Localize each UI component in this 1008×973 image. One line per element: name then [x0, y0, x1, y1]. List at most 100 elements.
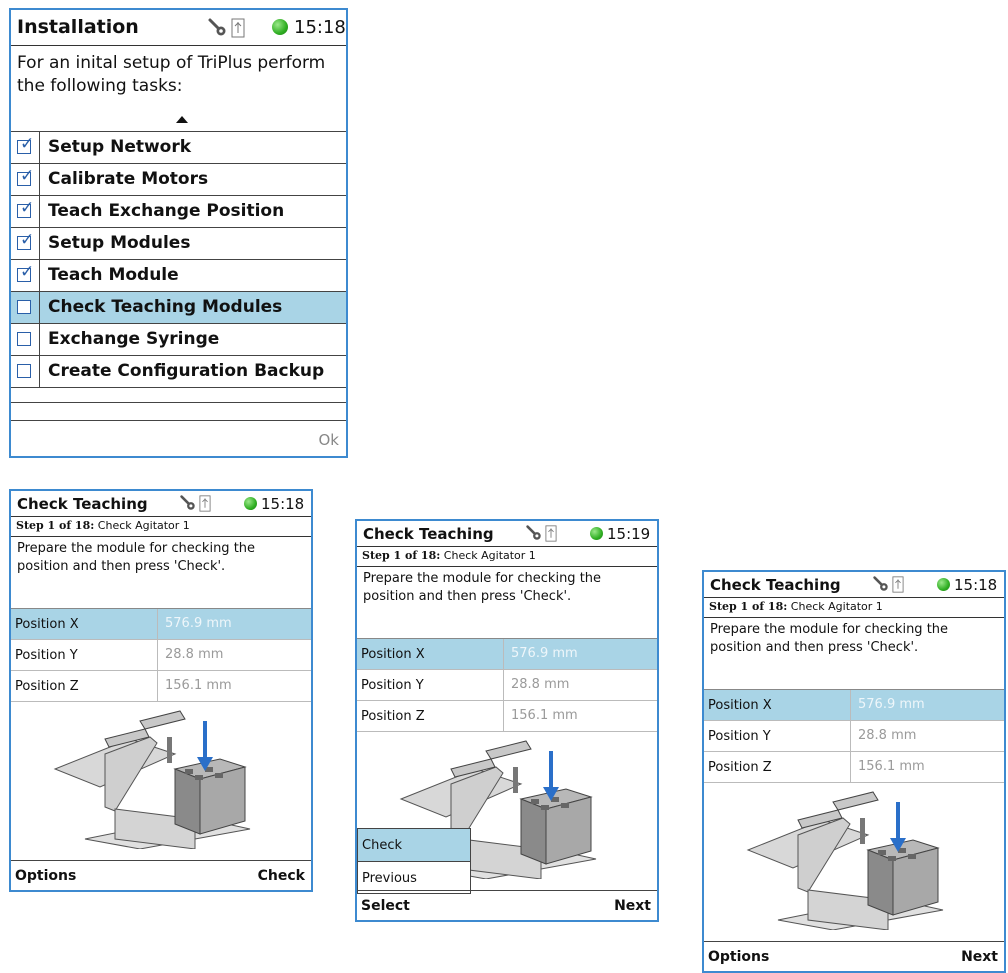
module-illustration	[738, 780, 968, 934]
screen-title: Check Teaching	[363, 525, 494, 543]
task-item[interactable]: Exchange Syringe	[11, 324, 346, 356]
position-row[interactable]: Position Y 28.8 mm	[357, 670, 657, 701]
position-value: 156.1 mm	[157, 671, 232, 701]
task-label: Check Teaching Modules	[48, 297, 283, 317]
task-item[interactable]: ✓ Setup Network	[11, 132, 346, 164]
task-checkbox[interactable]: ✓	[11, 132, 40, 163]
soft-key-bar: Options Next	[704, 941, 1004, 971]
position-value: 576.9 mm	[850, 690, 925, 720]
task-checkbox[interactable]: ✓	[11, 164, 40, 195]
usb-icon	[545, 525, 557, 546]
position-value: 156.1 mm	[503, 701, 578, 731]
step-name: Check Agitator 1	[790, 600, 883, 613]
step-indicator: Step 1 of 18: Check Agitator 1	[357, 547, 657, 567]
position-value: 28.8 mm	[850, 721, 916, 751]
options-menu: Check Previous	[357, 828, 471, 894]
checkbox-icon	[17, 332, 31, 346]
checkmark-icon: ✓	[20, 134, 35, 154]
checkmark-icon: ✓	[20, 198, 35, 218]
left-soft-key[interactable]: Select	[361, 898, 410, 914]
position-label: Position X	[708, 698, 772, 713]
right-soft-key[interactable]: Next	[961, 949, 998, 965]
position-value: 576.9 mm	[157, 609, 232, 639]
checkmark-icon: ✓	[20, 262, 35, 282]
wrench-icon	[207, 17, 227, 41]
task-label: Teach Module	[48, 265, 179, 285]
position-label: Position Z	[15, 679, 79, 694]
soft-key-bar: Select Next	[357, 890, 657, 920]
step-name: Check Agitator 1	[443, 549, 536, 562]
ok-button[interactable]: Ok	[319, 431, 340, 449]
task-checkbox[interactable]: ✓	[11, 228, 40, 259]
checkbox-icon: ✓	[17, 230, 34, 250]
step-counter: Step 1 of 18:	[709, 600, 788, 613]
intro-text: For an inital setup of TriPlus perform t…	[17, 53, 326, 96]
position-row[interactable]: Position X 576.9 mm	[357, 639, 657, 670]
status-led-icon	[590, 527, 603, 540]
title-bar: Check Teaching 15:19	[357, 521, 657, 547]
position-row[interactable]: Position X 576.9 mm	[704, 690, 1004, 721]
task-label: Create Configuration Backup	[48, 361, 325, 381]
usb-icon	[199, 495, 211, 516]
instruction-text: Prepare the module for checking the posi…	[357, 567, 657, 639]
menu-item-check[interactable]: Check	[358, 829, 470, 862]
task-label: Setup Network	[48, 137, 192, 157]
wrench-icon	[179, 494, 196, 515]
screen-title: Installation	[17, 16, 139, 38]
position-label: Position Z	[708, 760, 772, 775]
step-counter: Step 1 of 18:	[16, 519, 95, 532]
soft-key-bar: Options Check	[11, 860, 311, 890]
position-row[interactable]: Position X 576.9 mm	[11, 609, 311, 640]
instruction-text: Prepare the module for checking the posi…	[704, 618, 1004, 690]
position-value: 28.8 mm	[157, 640, 223, 670]
task-item[interactable]: Check Teaching Modules	[11, 292, 346, 324]
clock: 15:18	[294, 17, 346, 38]
task-label: Calibrate Motors	[48, 169, 209, 189]
task-item[interactable]: ✓ Calibrate Motors	[11, 164, 346, 196]
position-row[interactable]: Position Y 28.8 mm	[704, 721, 1004, 752]
scroll-up-arrow-icon[interactable]	[176, 116, 188, 123]
task-item[interactable]: ✓ Teach Exchange Position	[11, 196, 346, 228]
right-soft-key[interactable]: Next	[614, 898, 651, 914]
task-label: Teach Exchange Position	[48, 201, 285, 221]
task-item[interactable]: ✓ Teach Module	[11, 260, 346, 292]
checkbox-icon: ✓	[17, 262, 34, 282]
status-led-icon	[937, 578, 950, 591]
task-item[interactable]: Create Configuration Backup	[11, 356, 346, 388]
task-checkbox[interactable]	[11, 324, 40, 355]
position-label: Position Y	[708, 729, 771, 744]
check-teaching-screen-2: Check Teaching 15:19 Step 1 of 18: Check A…	[355, 519, 659, 922]
soft-key-bar: Ok	[11, 420, 346, 456]
task-checkbox[interactable]	[11, 356, 40, 387]
position-row[interactable]: Position Z 156.1 mm	[704, 752, 1004, 783]
task-checkbox[interactable]: ✓	[11, 196, 40, 227]
step-indicator: Step 1 of 18: Check Agitator 1	[704, 598, 1004, 618]
module-illustration	[45, 699, 275, 853]
checkbox-icon: ✓	[17, 166, 34, 186]
clock: 15:19	[607, 525, 651, 543]
task-item[interactable]: ✓ Setup Modules	[11, 228, 346, 260]
clock: 15:18	[261, 495, 305, 513]
position-row[interactable]: Position Y 28.8 mm	[11, 640, 311, 671]
right-soft-key[interactable]: Check	[258, 868, 305, 884]
left-soft-key[interactable]: Options	[708, 949, 769, 965]
task-label: Setup Modules	[48, 233, 191, 253]
checkbox-icon	[17, 300, 31, 314]
checkbox-icon: ✓	[17, 198, 34, 218]
menu-item-label: Previous	[362, 871, 417, 886]
status-led-icon	[244, 497, 257, 510]
left-soft-key[interactable]: Options	[15, 868, 76, 884]
position-label: Position X	[15, 617, 79, 632]
usb-icon	[892, 576, 904, 597]
task-label: Exchange Syringe	[48, 329, 220, 349]
task-checkbox[interactable]	[11, 292, 40, 323]
screen-title: Check Teaching	[17, 495, 148, 513]
position-row[interactable]: Position Z 156.1 mm	[357, 701, 657, 732]
menu-item-label: Check	[362, 838, 402, 853]
task-checkbox[interactable]: ✓	[11, 260, 40, 291]
checkbox-icon: ✓	[17, 134, 34, 154]
instruction-text: Prepare the module for checking the posi…	[11, 537, 311, 609]
position-row[interactable]: Position Z 156.1 mm	[11, 671, 311, 702]
checkbox-icon	[17, 364, 31, 378]
wrench-icon	[525, 524, 542, 545]
